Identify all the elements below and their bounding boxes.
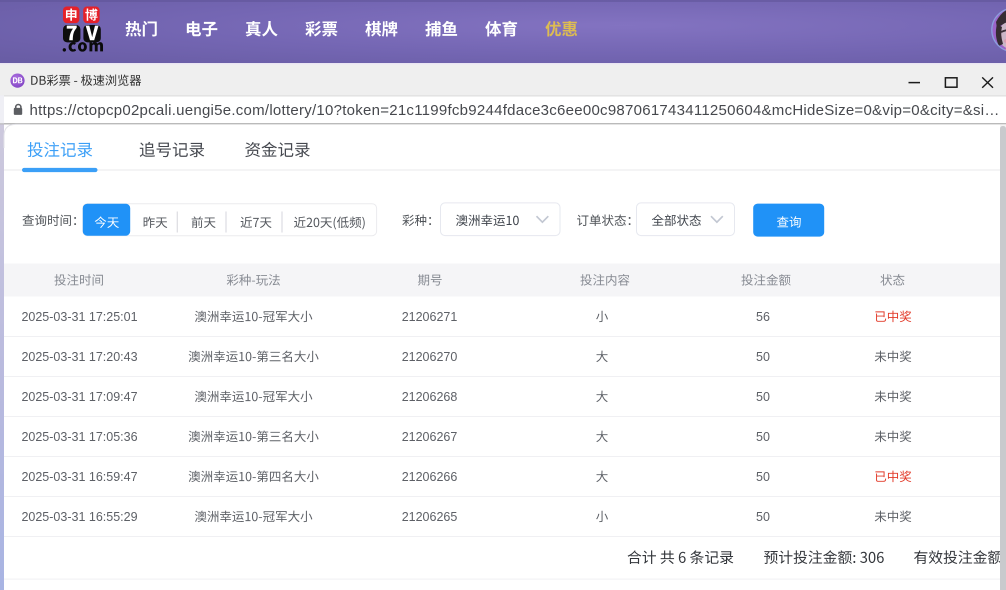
svg-text:50: 50: [756, 390, 770, 404]
svg-text:2025-03-31 17:05:36: 2025-03-31 17:05:36: [21, 430, 137, 444]
svg-text:2025-03-31 16:55:29: 2025-03-31 16:55:29: [21, 510, 137, 524]
svg-text:2025-03-31 17:25:01: 2025-03-31 17:25:01: [21, 310, 137, 324]
svg-text:https://ctopcp02pcali.uengi5e.: https://ctopcp02pcali.uengi5e.com/lotter…: [30, 102, 1000, 119]
svg-text:50: 50: [756, 350, 770, 364]
svg-text:50: 50: [756, 430, 770, 444]
svg-text:21206267: 21206267: [402, 430, 458, 444]
svg-text:2025-03-31 17:09:47: 2025-03-31 17:09:47: [21, 390, 137, 404]
svg-text:2025-03-31 17:20:43: 2025-03-31 17:20:43: [21, 350, 137, 364]
svg-text:21206271: 21206271: [402, 310, 458, 324]
svg-text:21206270: 21206270: [402, 350, 458, 364]
svg-text:50: 50: [756, 470, 770, 484]
svg-text:21206265: 21206265: [402, 510, 458, 524]
svg-text:2025-03-31 16:59:47: 2025-03-31 16:59:47: [21, 470, 137, 484]
svg-text:21206266: 21206266: [402, 470, 458, 484]
svg-text:50: 50: [756, 510, 770, 524]
svg-text:56: 56: [756, 310, 770, 324]
svg-text:21206268: 21206268: [402, 390, 458, 404]
